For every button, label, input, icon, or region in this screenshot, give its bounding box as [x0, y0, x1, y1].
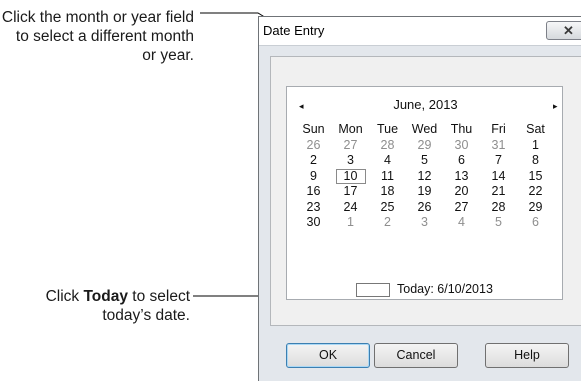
day-cell-today[interactable]: 10	[332, 168, 369, 185]
day-cell[interactable]: 27	[332, 138, 369, 154]
day-cell[interactable]: 28	[480, 200, 517, 216]
day-cell[interactable]: 4	[443, 215, 480, 231]
day-cell[interactable]: 5	[480, 215, 517, 231]
weekday-label: Sun	[302, 122, 325, 137]
next-month-icon[interactable]: ▸	[553, 101, 558, 112]
today-callout-pre: Click	[45, 288, 84, 305]
day-cell[interactable]: 15	[517, 169, 554, 185]
day-cell[interactable]: 6	[443, 153, 480, 169]
day-cell[interactable]: 29	[517, 200, 554, 216]
day-cell[interactable]: 28	[369, 138, 406, 154]
close-icon: ✕	[563, 23, 574, 38]
day-cell[interactable]: 23	[295, 200, 332, 216]
day-cell[interactable]: 2	[369, 215, 406, 231]
day-cell[interactable]: 6	[517, 215, 554, 231]
day-cell[interactable]: 24	[332, 200, 369, 216]
week-row: 30 1 2 3 4 5 6	[295, 215, 554, 231]
day-cell[interactable]: 25	[369, 200, 406, 216]
day-cell[interactable]: 2	[295, 153, 332, 169]
day-grid: Sun Mon Tue Wed Thu Fri Sat 26 27 28 29	[295, 122, 554, 231]
weekday-label: Wed	[411, 122, 438, 137]
month-calendar: ◂ June, 2013 ▸ Sun Mon Tue Wed Thu Fri S…	[286, 86, 563, 300]
day-cell[interactable]: 17	[332, 184, 369, 200]
today-label[interactable]: Today: 6/10/2013	[397, 282, 493, 296]
day-cell[interactable]: 3	[406, 215, 443, 231]
day-cell[interactable]: 22	[517, 184, 554, 200]
day-cell[interactable]: 26	[406, 200, 443, 216]
weekday-label: Fri	[491, 122, 506, 137]
weekday-label: Thu	[450, 122, 473, 137]
day-cell[interactable]: 13	[443, 169, 480, 185]
ok-button[interactable]: OK	[286, 343, 370, 368]
day-cell[interactable]: 7	[480, 153, 517, 169]
today-callout-bold: Today	[83, 288, 128, 305]
help-button[interactable]: Help	[485, 343, 569, 368]
title-bar: Date Entry ✕	[259, 17, 581, 46]
close-button[interactable]: ✕	[546, 21, 581, 40]
month-callout: Click the month or year field to select …	[1, 9, 194, 64]
day-cell[interactable]: 12	[406, 169, 443, 185]
week-row: 26 27 28 29 30 31 1	[295, 138, 554, 154]
day-cell[interactable]: 19	[406, 184, 443, 200]
day-cell[interactable]: 30	[443, 138, 480, 154]
day-cell[interactable]: 20	[443, 184, 480, 200]
day-cell[interactable]: 21	[480, 184, 517, 200]
day-cell[interactable]: 29	[406, 138, 443, 154]
week-row: 2 3 4 5 6 7 8	[295, 153, 554, 169]
day-cell[interactable]: 27	[443, 200, 480, 216]
day-cell[interactable]: 9	[295, 169, 332, 185]
today-box-icon	[356, 283, 390, 297]
day-cell[interactable]: 26	[295, 138, 332, 154]
day-cell[interactable]: 31	[480, 138, 517, 154]
week-row: 23 24 25 26 27 28 29	[295, 200, 554, 216]
weekday-header-row: Sun Mon Tue Wed Thu Fri Sat	[295, 122, 554, 138]
month-year-field[interactable]: June, 2013	[287, 97, 564, 112]
weekday-label: Mon	[338, 122, 363, 137]
today-marker: 10	[335, 168, 366, 184]
week-row: 9 10 11 12 13 14 15	[295, 168, 554, 185]
dialog-client-area: ◂ June, 2013 ▸ Sun Mon Tue Wed Thu Fri S…	[270, 56, 581, 326]
day-cell[interactable]: 30	[295, 215, 332, 231]
weekday-label: Tue	[376, 122, 399, 137]
day-cell[interactable]: 8	[517, 153, 554, 169]
today-callout: Click Today to select today’s date.	[0, 287, 190, 325]
cancel-button[interactable]: Cancel	[374, 343, 458, 368]
date-entry-dialog: Date Entry ✕ ◂ June, 2013 ▸ Sun Mon Tue …	[258, 16, 581, 381]
day-cell[interactable]: 11	[369, 169, 406, 185]
dialog-title: Date Entry	[263, 23, 325, 38]
day-cell[interactable]: 3	[332, 153, 369, 169]
day-cell[interactable]: 5	[406, 153, 443, 169]
week-row: 16 17 18 19 20 21 22	[295, 184, 554, 200]
day-cell[interactable]: 18	[369, 184, 406, 200]
day-cell[interactable]: 1	[517, 138, 554, 154]
weekday-label: Sat	[526, 122, 545, 137]
day-cell[interactable]: 16	[295, 184, 332, 200]
day-cell[interactable]: 1	[332, 215, 369, 231]
day-cell[interactable]: 14	[480, 169, 517, 185]
day-cell[interactable]: 4	[369, 153, 406, 169]
